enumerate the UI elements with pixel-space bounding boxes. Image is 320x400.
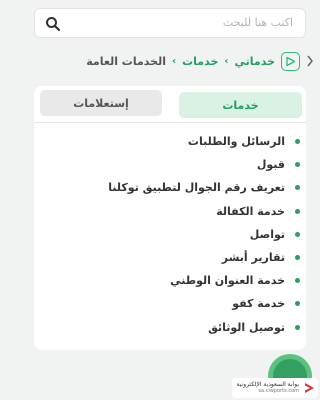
play-logo-icon bbox=[305, 383, 314, 393]
bullet-icon bbox=[295, 208, 300, 214]
breadcrumb-separator: › bbox=[224, 55, 229, 67]
bullet-icon bbox=[295, 185, 300, 191]
chevron-right-icon[interactable] bbox=[306, 55, 314, 67]
breadcrumb-public-services: الخدمات العامة bbox=[86, 54, 166, 68]
service-label: الرسائل والطلبات bbox=[187, 135, 285, 149]
bullet-icon bbox=[295, 139, 300, 145]
watermark-title: بوابة السعودية الإلكترونية bbox=[236, 381, 299, 388]
bullet-icon bbox=[295, 162, 300, 168]
bullet-icon bbox=[295, 324, 300, 330]
tab-inquiries[interactable]: إستعلامات bbox=[40, 90, 162, 116]
list-item[interactable]: تعريف رقم الجوال لتطبيق توكلنا bbox=[34, 176, 306, 199]
watermark-text: بوابة السعودية الإلكترونية sa.ciwports.c… bbox=[237, 381, 299, 395]
list-item[interactable]: خدمة كفو bbox=[34, 292, 306, 315]
service-label: تقارير أبشر bbox=[221, 251, 285, 265]
service-label: خدمة كفو bbox=[232, 297, 285, 311]
search-input[interactable]: اكتب هنا للبحث bbox=[34, 8, 306, 38]
list-item[interactable]: تقارير أبشر bbox=[34, 246, 306, 269]
service-label: توصيل الوثائق bbox=[208, 320, 285, 334]
watermark: بوابة السعودية الإلكترونية sa.ciwports.c… bbox=[232, 378, 318, 398]
list-item[interactable]: خدمة العنوان الوطني bbox=[34, 269, 306, 292]
service-label: قبول bbox=[256, 158, 285, 172]
breadcrumb-services[interactable]: خدمات bbox=[182, 55, 218, 68]
bullet-icon bbox=[295, 255, 300, 261]
list-item[interactable]: خدمة الكفالة bbox=[34, 200, 306, 223]
service-list: الرسائل والطلبات قبول تعريف رقم الجوال ل… bbox=[34, 130, 306, 339]
bullet-icon bbox=[295, 278, 300, 284]
service-label: خدمة العنوان الوطني bbox=[170, 274, 285, 288]
bullet-icon bbox=[295, 231, 300, 237]
list-item[interactable]: توصيل الوثائق bbox=[34, 316, 306, 339]
breadcrumb-separator: › bbox=[171, 55, 177, 67]
service-label: خدمة الكفالة bbox=[216, 204, 285, 218]
search-icon[interactable] bbox=[45, 16, 61, 32]
play-shield-icon[interactable] bbox=[281, 51, 300, 71]
search-placeholder: اكتب هنا للبحث bbox=[222, 16, 293, 29]
service-label: تعريف رقم الجوال لتطبيق توكلنا bbox=[108, 181, 285, 195]
list-item[interactable]: تواصل bbox=[34, 223, 306, 246]
list-item[interactable]: قبول bbox=[34, 153, 306, 176]
services-panel: خدمات إستعلامات الرسائل والطلبات قبول تع… bbox=[34, 86, 306, 350]
watermark-url: sa.ciwports.com bbox=[258, 388, 299, 394]
breadcrumb-my-services[interactable]: خدماتي bbox=[235, 55, 275, 68]
divider bbox=[34, 122, 306, 123]
service-label: تواصل bbox=[249, 227, 285, 241]
tab-services[interactable]: خدمات bbox=[179, 92, 302, 118]
bullet-icon bbox=[295, 301, 300, 307]
breadcrumb: خدماتي › خدمات › الخدمات العامة bbox=[24, 51, 314, 71]
list-item[interactable]: الرسائل والطلبات bbox=[34, 130, 306, 153]
